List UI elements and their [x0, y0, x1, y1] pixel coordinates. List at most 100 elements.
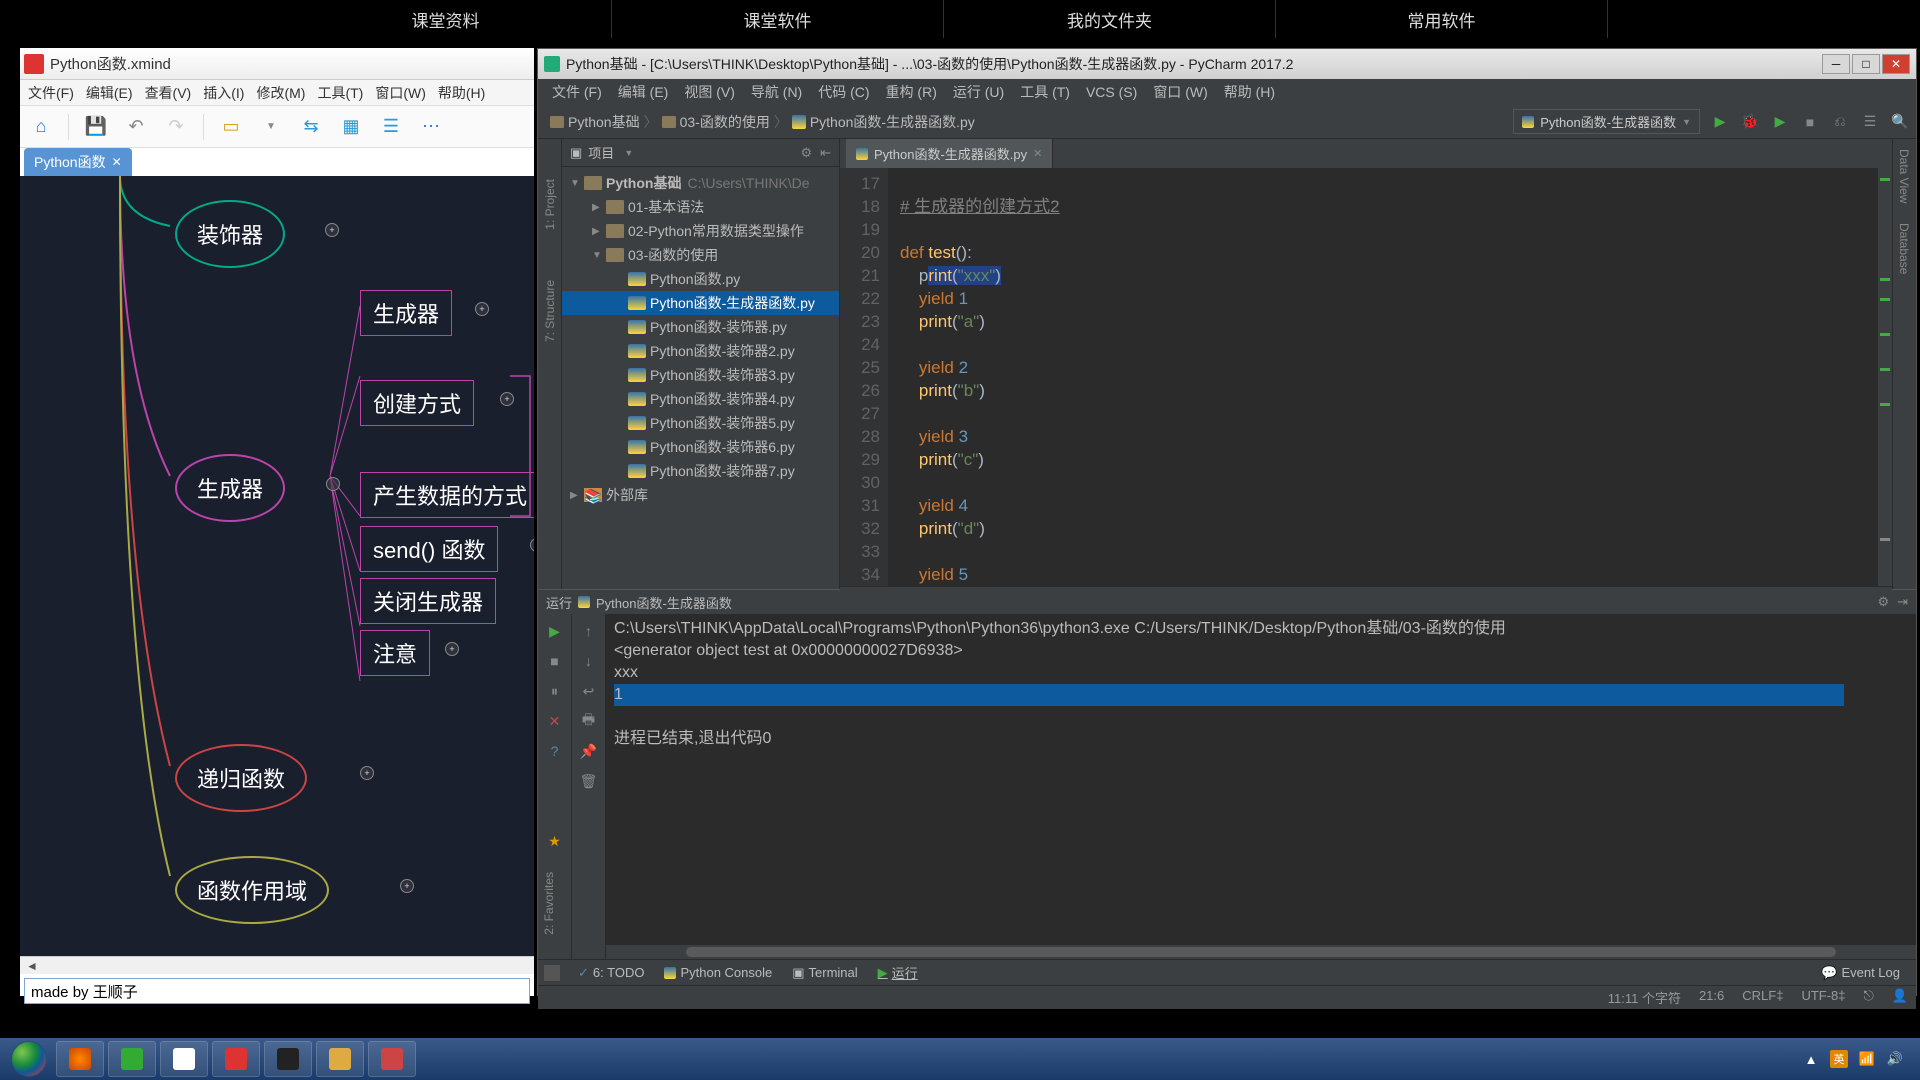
- volume-icon[interactable]: 🔊: [1886, 1050, 1904, 1068]
- status-col[interactable]: 21:6: [1699, 988, 1724, 1007]
- task-calc[interactable]: [316, 1041, 364, 1077]
- redo-icon[interactable]: ↷: [163, 114, 189, 140]
- gear-icon[interactable]: ⚙: [1877, 594, 1889, 610]
- debug-icon[interactable]: 🐞: [1740, 112, 1760, 132]
- search-icon[interactable]: 🔍: [1890, 112, 1910, 132]
- mind-node-creation[interactable]: 创建方式: [360, 380, 474, 426]
- pc-menu-run[interactable]: 运行 (U): [945, 82, 1012, 102]
- summary-icon[interactable]: ☰: [378, 114, 404, 140]
- tree-file[interactable]: Python函数-装饰器6.py: [562, 435, 839, 459]
- rerun-icon[interactable]: ▶: [544, 620, 566, 642]
- xmind-menu-modify[interactable]: 修改(M): [250, 83, 311, 103]
- xmind-menu-window[interactable]: 窗口(W): [369, 83, 432, 103]
- xmind-menu-help[interactable]: 帮助(H): [432, 83, 491, 103]
- tray-expand-icon[interactable]: ▲: [1802, 1050, 1820, 1068]
- xmind-titlebar[interactable]: Python函数.xmind: [20, 48, 534, 80]
- maximize-icon[interactable]: □: [1852, 54, 1880, 74]
- start-button[interactable]: [4, 1039, 54, 1079]
- mind-node-produce[interactable]: 产生数据的方式: [360, 472, 534, 518]
- minimize-icon[interactable]: ─: [1822, 54, 1850, 74]
- stop-icon[interactable]: ■: [1800, 112, 1820, 132]
- run-tab[interactable]: ▶运行: [868, 963, 928, 982]
- tree-folder[interactable]: ▶02-Python常用数据类型操作: [562, 219, 839, 243]
- editor-tab[interactable]: Python函数-生成器函数.py ✕: [846, 139, 1053, 168]
- breadcrumb[interactable]: Python基础 〉 03-函数的使用 〉 Python函数-生成器函数.py: [544, 112, 981, 132]
- more-icon[interactable]: ⋯: [418, 114, 444, 140]
- python-console-tab[interactable]: Python Console: [654, 965, 782, 980]
- top-tab-common[interactable]: 常用软件: [1276, 0, 1608, 38]
- help-icon[interactable]: ?: [544, 740, 566, 762]
- network-icon[interactable]: 📶: [1858, 1050, 1876, 1068]
- project-tree[interactable]: ▼ Python基础C:\Users\THINK\De ▶01-基本语法 ▶02…: [562, 167, 839, 589]
- layout-icon[interactable]: ☰: [1860, 112, 1880, 132]
- console-output[interactable]: C:\Users\THINK\AppData\Local\Programs\Py…: [606, 614, 1916, 945]
- close-icon[interactable]: ✕: [544, 710, 566, 732]
- tree-file[interactable]: Python函数-装饰器5.py: [562, 411, 839, 435]
- tree-folder[interactable]: ▶01-基本语法: [562, 195, 839, 219]
- expand-icon[interactable]: +: [475, 302, 489, 316]
- gear-icon[interactable]: ⚙: [800, 145, 812, 161]
- task-xmind[interactable]: [212, 1041, 260, 1077]
- favorites-tool-button[interactable]: 2: Favorites: [538, 862, 560, 945]
- expand-icon[interactable]: +: [400, 879, 414, 893]
- toolwindow-icon[interactable]: [544, 965, 560, 981]
- mind-node-note[interactable]: 注意: [360, 630, 430, 676]
- pause-icon[interactable]: ⏸: [544, 680, 566, 702]
- xmind-scrollbar[interactable]: ◄: [20, 956, 534, 974]
- tree-file[interactable]: Python函数-装饰器3.py: [562, 363, 839, 387]
- xmind-menu-tools[interactable]: 工具(T): [311, 83, 369, 103]
- mind-node-decorator[interactable]: 装饰器: [175, 200, 285, 268]
- pc-menu-view[interactable]: 视图 (V): [676, 82, 743, 102]
- mind-node-send[interactable]: send() 函数: [360, 526, 498, 572]
- dataview-tool-button[interactable]: Data View: [1893, 139, 1915, 213]
- task-firefox[interactable]: [56, 1041, 104, 1077]
- mind-node-generator[interactable]: 生成器: [175, 454, 285, 522]
- theme-icon[interactable]: ▭: [218, 114, 244, 140]
- run-icon[interactable]: ▶: [1710, 112, 1730, 132]
- close-icon[interactable]: ✕: [112, 155, 122, 169]
- mind-node-recursion[interactable]: 递归函数: [175, 744, 307, 812]
- mind-node-scope[interactable]: 函数作用域: [175, 856, 329, 924]
- xmind-tab-active[interactable]: Python函数 ✕: [24, 148, 132, 176]
- up-icon[interactable]: ↑: [578, 620, 600, 642]
- collapse-icon[interactable]: ⇤: [820, 145, 831, 161]
- project-tool-button[interactable]: 1: Project: [543, 169, 557, 240]
- close-icon[interactable]: ✕: [1033, 147, 1042, 160]
- pc-menu-file[interactable]: 文件 (F): [544, 82, 610, 102]
- project-panel-header[interactable]: ▣ 项目 ▼ ⚙ ⇤: [562, 139, 839, 167]
- close-icon[interactable]: ✕: [1882, 54, 1910, 74]
- tree-external[interactable]: ▶📚外部库: [562, 483, 839, 507]
- pycharm-titlebar[interactable]: Python基础 - [C:\Users\THINK\Desktop\Pytho…: [538, 49, 1916, 79]
- collapse-icon[interactable]: ⇥: [1897, 594, 1908, 610]
- tree-file[interactable]: Python函数-装饰器.py: [562, 315, 839, 339]
- run-config-selector[interactable]: Python函数-生成器函数 ▼: [1513, 109, 1700, 134]
- xmind-menu-insert[interactable]: 插入(I): [197, 83, 250, 103]
- star-icon[interactable]: ★: [544, 830, 566, 852]
- pc-menu-nav[interactable]: 导航 (N): [743, 82, 810, 102]
- tree-file[interactable]: Python函数.py: [562, 267, 839, 291]
- print-icon[interactable]: 🖶: [578, 710, 600, 732]
- coverage-icon[interactable]: ▶: [1770, 112, 1790, 132]
- stop-icon[interactable]: ■: [544, 650, 566, 672]
- status-encoding[interactable]: UTF-8‡: [1801, 988, 1845, 1007]
- chevron-down-icon[interactable]: ▼: [624, 148, 633, 158]
- task-other[interactable]: [368, 1041, 416, 1077]
- pc-menu-edit[interactable]: 编辑 (E): [610, 82, 677, 102]
- event-log-tab[interactable]: 💬Event Log: [1811, 965, 1910, 981]
- home-icon[interactable]: ⌂: [28, 114, 54, 140]
- code-editor[interactable]: 171819202122232425262728293031323334 # 生…: [840, 168, 1892, 586]
- vcs-icon[interactable]: ⎌: [1830, 112, 1850, 132]
- tree-root[interactable]: ▼ Python基础C:\Users\THINK\De: [562, 171, 839, 195]
- status-position[interactable]: 11:11 个字符: [1608, 988, 1681, 1007]
- save-icon[interactable]: 💾: [83, 114, 109, 140]
- structure-tool-button[interactable]: 7: Structure: [543, 270, 557, 352]
- tree-file[interactable]: Python函数-装饰器2.py: [562, 339, 839, 363]
- down-icon[interactable]: ↓: [578, 650, 600, 672]
- top-tab-software[interactable]: 课堂软件: [612, 0, 944, 38]
- link-icon[interactable]: ⇆: [298, 114, 324, 140]
- trash-icon[interactable]: 🗑: [578, 770, 600, 792]
- tree-file[interactable]: Python函数-装饰器4.py: [562, 387, 839, 411]
- pc-menu-window[interactable]: 窗口 (W): [1145, 82, 1215, 102]
- xmind-footer-input[interactable]: [24, 978, 530, 1004]
- boundary-icon[interactable]: ▦: [338, 114, 364, 140]
